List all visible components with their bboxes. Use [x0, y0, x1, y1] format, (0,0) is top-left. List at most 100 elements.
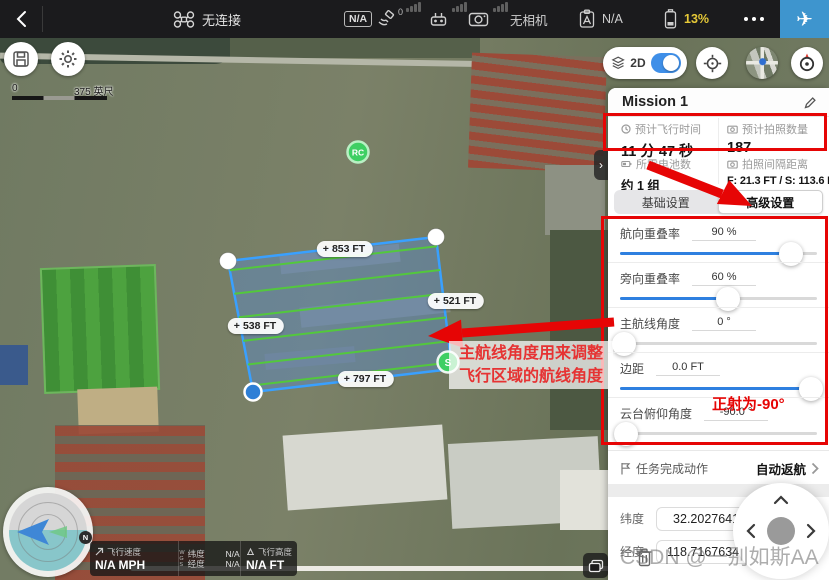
plus-icon: + — [434, 295, 440, 307]
edit-mission-icon[interactable] — [804, 96, 817, 109]
stat-flight-time: 预计飞行时间 11 分 47 秒 — [621, 121, 701, 161]
battery-icon — [621, 159, 632, 169]
aircraft-status: 无连接 — [173, 0, 241, 38]
mission-header: Mission 1 — [608, 88, 829, 117]
camera-status-icon-wrap — [468, 0, 489, 38]
more-menu-button[interactable] — [744, 0, 764, 38]
slider-value-field[interactable]: -90.0 ° — [704, 406, 768, 421]
app-window: RC S +853 FT +521 FT +538 FT +797 FT 无连接… — [0, 0, 829, 580]
camera-signal-bars-icon — [493, 0, 508, 12]
tab-basic-settings[interactable]: 基础设置 — [614, 190, 718, 214]
slider-route-angle: 主航线角度 0 ° — [608, 308, 829, 353]
satellite-signal-bars-icon — [406, 0, 421, 12]
map-terrain-football-pitch — [40, 264, 160, 394]
stat-batteries: 所需电池数 约 1 组 — [621, 156, 691, 194]
map-terrain-white-roof1 — [283, 425, 448, 511]
compass-icon — [797, 53, 817, 73]
telemetry-gps: WGS 纬度N/A 经度N/A — [178, 541, 240, 576]
gps-na-badge: N/A — [344, 0, 372, 38]
remote-controller-icon — [429, 11, 448, 27]
delete-icon[interactable] — [636, 548, 653, 567]
flag-icon — [620, 462, 631, 475]
back-chevron-icon — [15, 10, 27, 28]
map-scale-bar — [12, 96, 107, 100]
compass-reset-button[interactable] — [791, 47, 823, 79]
wgs-label: WGS — [179, 550, 184, 568]
plus-icon: + — [344, 373, 350, 385]
map-terrain-pool — [0, 345, 28, 385]
slider-margin: 边距 0.0 FT — [608, 353, 829, 398]
minimap-button[interactable] — [746, 47, 778, 79]
slider-value-field[interactable]: 90 % — [692, 226, 756, 241]
save-icon — [12, 50, 30, 68]
slider-track[interactable] — [620, 252, 817, 255]
slider-front-overlap: 航向重叠率 90 % — [608, 218, 829, 263]
slider-label: 主航线角度 — [620, 315, 680, 332]
compass-dial — [9, 493, 87, 571]
satellite-status — [377, 0, 396, 38]
slider-side-overlap: 旁向重叠率 60 % — [608, 263, 829, 308]
nudge-up-button[interactable] — [773, 495, 789, 505]
back-button[interactable] — [0, 0, 42, 38]
distance-label-bottom: +797 FT — [338, 371, 394, 387]
panel-collapse-handle[interactable]: › — [594, 150, 608, 180]
aircraft-heading-arrow — [9, 493, 87, 571]
remote-controller-status — [429, 0, 448, 38]
slider-value-field[interactable]: 0.0 FT — [656, 361, 720, 376]
toggle-knob — [663, 55, 679, 71]
stat-photo-interval: 拍照间隔距离 F: 21.3 FT / S: 113.6 FT — [727, 156, 829, 187]
takeoff-button[interactable]: ✈ — [780, 0, 829, 38]
map-2d-label: 2D — [630, 56, 645, 70]
map-mode-pill: 2D — [603, 47, 687, 79]
camera-status-text: 无相机 — [510, 0, 548, 38]
settings-tabs: 基础设置 高级设置 — [614, 190, 823, 214]
divider — [42, 6, 43, 32]
altitude-icon — [246, 547, 255, 556]
slider-track[interactable] — [620, 387, 817, 390]
slider-track[interactable] — [620, 432, 817, 435]
slider-label: 旁向重叠率 — [620, 270, 680, 287]
nudge-left-button[interactable] — [746, 523, 756, 539]
nudge-right-button[interactable] — [806, 523, 816, 539]
distance-label-right: +521 FT — [428, 293, 484, 309]
slider-value-field[interactable]: 0 ° — [692, 316, 756, 331]
flight-mode-status: N/A — [578, 0, 623, 38]
satellite-icon — [377, 10, 396, 28]
camera-icon — [468, 11, 489, 28]
save-mission-button[interactable] — [4, 42, 38, 76]
satellite-count: 0 — [398, 7, 403, 17]
slider-track[interactable] — [620, 342, 817, 345]
telemetry-altitude: 飞行高度 N/A FT — [240, 541, 297, 576]
slider-value-field[interactable]: 60 % — [692, 271, 756, 286]
mission-panel: Mission 1 预计飞行时间 11 分 47 秒 预计拍照数量 187 所需… — [608, 88, 829, 580]
nudge-center-button[interactable] — [767, 517, 795, 545]
slider-gimbal-pitch: 云台俯仰角度-90.0 ° — [608, 398, 829, 443]
scale-zero-label: 0 — [12, 83, 18, 94]
plus-icon: + — [323, 243, 329, 255]
battery-icon — [663, 9, 678, 29]
mission-title: Mission 1 — [622, 94, 804, 110]
locate-button[interactable] — [696, 47, 728, 79]
gear-icon — [58, 49, 78, 69]
distance-label-top: +853 FT — [317, 241, 373, 257]
attitude-compass: N — [3, 487, 93, 577]
stat-photo-count: 预计拍照数量 187 — [727, 121, 808, 156]
slider-label: 航向重叠率 — [620, 225, 680, 242]
finish-action-label: 任务完成动作 — [636, 460, 708, 477]
settings-button[interactable] — [51, 42, 85, 76]
slider-thumb[interactable] — [614, 422, 638, 446]
map-2d-toggle[interactable] — [651, 53, 681, 73]
drone-icon — [173, 11, 195, 28]
latitude-label: 纬度 — [620, 510, 656, 527]
map-screenshot-button[interactable] — [583, 553, 608, 578]
chevron-right-icon — [811, 462, 819, 475]
clock-icon — [621, 124, 631, 134]
map-terrain-trees-right — [550, 230, 608, 430]
layers-icon — [611, 55, 625, 71]
camera-icon — [727, 124, 738, 134]
slider-label: 边距 — [620, 360, 644, 377]
airplane-icon: ✈ — [796, 7, 813, 32]
tab-advanced-settings[interactable]: 高级设置 — [718, 190, 824, 214]
slider-track[interactable] — [620, 297, 817, 300]
finish-action-row[interactable]: 任务完成动作 自动返航 — [608, 450, 829, 485]
